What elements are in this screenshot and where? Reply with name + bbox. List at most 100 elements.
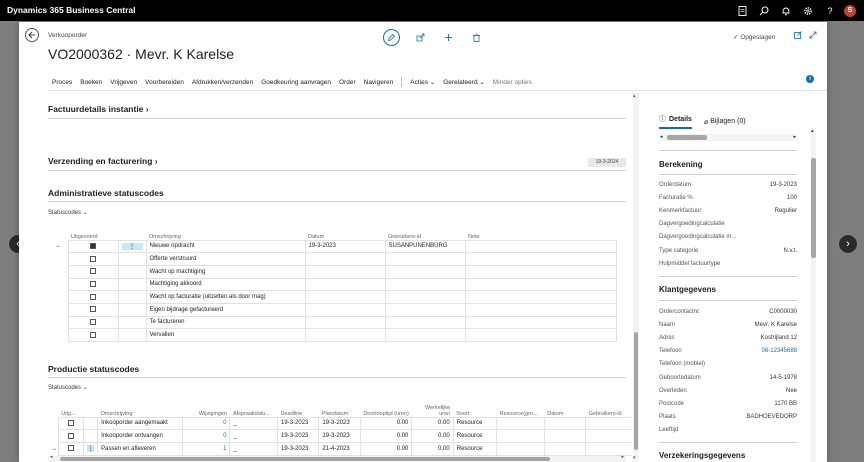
gebruikers-id-cell[interactable] xyxy=(384,290,466,304)
prod-table-hscrollbar[interactable]: ◂ ▸ xyxy=(48,454,626,462)
gebruikers-id-cell[interactable] xyxy=(585,429,631,443)
uitg-cell[interactable] xyxy=(57,416,84,431)
afspraakdatum-cell[interactable]: _ xyxy=(229,416,279,431)
col-note[interactable]: Note xyxy=(465,229,616,240)
row-actions-cell[interactable] xyxy=(117,277,147,292)
menu-navigeren[interactable]: Navigeren xyxy=(364,79,394,86)
table-row[interactable]: → ⋮ Nieuwe opdracht 19-3-2023 SUSANPUNENBURG xyxy=(48,239,617,254)
edit-button[interactable] xyxy=(383,28,400,46)
menu-vrijgeven[interactable]: Vrijgeven xyxy=(110,79,137,86)
uitgevoerd-checkbox[interactable] xyxy=(90,268,96,275)
note-cell[interactable] xyxy=(464,264,617,279)
soort-cell[interactable]: Resource xyxy=(452,416,498,431)
uitgevoerd-checkbox[interactable] xyxy=(90,255,96,262)
uitg-checkbox[interactable] xyxy=(67,420,74,427)
open-new-window-icon[interactable] xyxy=(790,31,805,39)
document-icon[interactable] xyxy=(731,3,753,18)
uitgevoerd-checkbox[interactable] xyxy=(90,306,96,313)
uitgevoerd-cell[interactable] xyxy=(67,315,119,330)
uitgevoerd-checkbox[interactable] xyxy=(90,319,96,326)
row-actions-cell[interactable]: ⋮ xyxy=(117,239,147,254)
soort-cell[interactable]: Resource xyxy=(452,441,498,456)
section-verzending[interactable]: Verzending en facturering › xyxy=(48,156,158,166)
datum-cell[interactable] xyxy=(543,416,587,431)
uitg-cell[interactable] xyxy=(57,429,84,443)
scroll-thumb[interactable] xyxy=(60,457,550,461)
col-datum[interactable]: Datum xyxy=(305,229,385,240)
col-uitg[interactable]: Uitg... xyxy=(58,397,83,417)
wijzigingen-link[interactable]: 0 xyxy=(181,429,231,443)
uitg-cell[interactable] xyxy=(57,441,84,456)
datum-cell[interactable] xyxy=(304,302,386,317)
more-options-icon[interactable]: ⋮ xyxy=(86,445,95,453)
table-row[interactable]: Wacht op machtiging xyxy=(48,264,617,279)
bell-icon[interactable] xyxy=(775,3,797,18)
col-datum[interactable]: Datum xyxy=(544,397,585,417)
datum-cell[interactable] xyxy=(304,315,386,330)
search-icon[interactable] xyxy=(753,3,775,18)
uitgevoerd-checkbox[interactable] xyxy=(90,243,96,250)
note-cell[interactable] xyxy=(464,277,617,292)
uitgevoerd-checkbox[interactable] xyxy=(90,293,96,300)
deadline-cell[interactable]: 19-3-2023 xyxy=(277,441,320,456)
scroll-up-icon[interactable]: ▴ xyxy=(811,128,814,134)
note-cell[interactable] xyxy=(464,252,617,266)
tab-details[interactable]: ⓘ Details xyxy=(659,114,692,129)
table-row[interactable]: Te factureren xyxy=(48,315,617,330)
row-actions-cell[interactable] xyxy=(82,416,99,431)
table-row[interactable]: → ⋮ Passen en afleveren 1 _ 19-3-2023 21-4-202… xyxy=(48,441,631,456)
resource-cell[interactable] xyxy=(496,416,545,431)
menu-voorbereiden[interactable]: Voorbereiden xyxy=(145,79,184,86)
gear-icon[interactable] xyxy=(797,3,819,18)
wijzigingen-link[interactable]: 1 xyxy=(181,441,231,456)
werkelijke-uren-cell[interactable]: 0.00 xyxy=(411,441,454,456)
uitgevoerd-cell[interactable] xyxy=(67,302,119,317)
note-cell[interactable] xyxy=(464,315,617,330)
datum-cell[interactable] xyxy=(543,429,587,443)
admin-statuscodes-menu[interactable]: Statuscodes ⌄ xyxy=(48,209,88,216)
collapse-icon[interactable] xyxy=(805,31,820,39)
datum-cell[interactable] xyxy=(304,328,386,342)
main-vscrollbar[interactable]: ▴ ▾ xyxy=(633,92,639,462)
scroll-left-icon[interactable]: ◂ xyxy=(50,454,53,460)
table-row[interactable]: Vervallen xyxy=(48,328,617,342)
row-actions-cell[interactable] xyxy=(117,315,147,330)
uitgevoerd-checkbox[interactable] xyxy=(90,281,96,288)
uitg-checkbox[interactable] xyxy=(67,432,74,439)
werkelijke-uren-cell[interactable]: 0.00 xyxy=(411,416,454,431)
datum-cell[interactable] xyxy=(304,290,386,304)
uitg-checkbox[interactable] xyxy=(67,445,74,452)
plandatum-cell[interactable]: 21-4-2023 xyxy=(318,441,361,456)
scroll-thumb[interactable] xyxy=(634,332,638,450)
plandatum-cell[interactable]: 19-3-2023 xyxy=(318,429,361,443)
datum-cell[interactable]: 19-3-2023 xyxy=(304,239,386,254)
row-actions-cell[interactable] xyxy=(117,290,147,304)
datum-cell[interactable] xyxy=(304,264,386,279)
afspraakdatum-cell[interactable]: _ xyxy=(229,441,279,456)
row-actions-cell[interactable] xyxy=(82,429,99,443)
col-wijzigingen[interactable]: Wijzigingen xyxy=(182,397,230,417)
col-gebruikers-id[interactable]: Gebruikers-id xyxy=(586,397,631,417)
afspraakdatum-cell[interactable]: _ xyxy=(229,429,279,443)
doorlooptijd-cell[interactable]: 0.00 xyxy=(359,429,413,443)
col-uitgevoerd[interactable]: Uitgevoerd xyxy=(68,229,118,240)
note-cell[interactable] xyxy=(464,290,617,304)
scroll-thumb[interactable] xyxy=(667,135,707,140)
datum-cell[interactable] xyxy=(543,441,587,456)
table-row[interactable]: Inkooporder aangemaakt 0 _ 19-3-2023 19-3-20… xyxy=(48,416,631,431)
col-gebruikers-id[interactable]: Gebruikers-id xyxy=(385,229,465,240)
menu-goedkeuring-aanvragen[interactable]: Goedkeuring aanvragen xyxy=(261,79,331,86)
row-actions-cell[interactable] xyxy=(117,264,147,279)
share-button[interactable] xyxy=(406,28,434,46)
doorlooptijd-cell[interactable]: 0.00 xyxy=(359,441,413,456)
scroll-left-icon[interactable]: ◂ xyxy=(660,134,663,140)
avatar[interactable]: S xyxy=(844,4,856,17)
tab-bijlagen[interactable]: ⌀ Bijlagen (0) xyxy=(704,114,746,129)
deadline-cell[interactable]: 19-3-2023 xyxy=(277,429,320,443)
datum-cell[interactable] xyxy=(304,252,386,266)
scroll-right-icon[interactable]: ▸ xyxy=(793,134,796,140)
col-plandatum[interactable]: Plandatum xyxy=(319,397,360,417)
col-resource[interactable]: Resource(gro... xyxy=(497,397,545,417)
uitgevoerd-checkbox[interactable] xyxy=(90,331,96,338)
note-cell[interactable] xyxy=(464,328,617,342)
